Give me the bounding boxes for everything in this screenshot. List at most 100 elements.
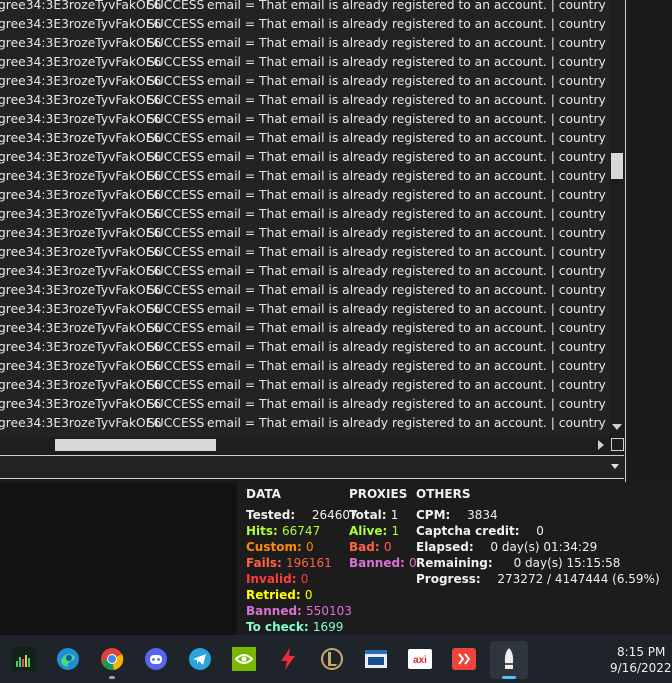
log-combo: gree34:3E3rozeTyvFakOE6: [0, 321, 162, 335]
invalid-value: 0: [300, 572, 309, 586]
banned-stat: Banned: 550103: [246, 604, 352, 618]
svg-text:axi: axi: [413, 655, 427, 666]
log-combo: gree34:3E3rozeTyvFakOE6: [0, 207, 162, 221]
log-status: SUCCESS: [147, 207, 205, 221]
progress-value: 273272 / 4147444 (6.59%): [497, 572, 660, 586]
log-status: SUCCESS: [147, 169, 205, 183]
vertical-scrollbar-thumb[interactable]: [611, 153, 623, 179]
scroll-down-arrow-icon[interactable]: [612, 424, 622, 430]
hits-value: 66747: [282, 524, 321, 538]
log-combo: gree34:3E3rozeTyvFakOE6: [0, 188, 162, 202]
log-message: email = That email is already registered…: [207, 55, 609, 69]
log-combo: gree34:3E3rozeTyvFakOE6: [0, 359, 162, 373]
proxies-header: PROXIES: [349, 487, 408, 501]
log-combo: gree34:3E3rozeTyvFakOE6: [0, 36, 162, 50]
log-combo: gree34:3E3rozeTyvFakOE6: [0, 112, 162, 126]
retried-label: Retried:: [246, 588, 301, 602]
chrome-icon[interactable]: [100, 647, 124, 671]
log-status: SUCCESS: [147, 36, 205, 50]
log-combo: gree34:3E3rozeTyvFakOE6: [0, 264, 162, 278]
log-message: email = That email is already registered…: [207, 0, 609, 12]
log-message: email = That email is already registered…: [207, 245, 609, 259]
scroll-right-arrow-icon[interactable]: [598, 440, 604, 450]
log-status: SUCCESS: [147, 378, 205, 392]
anydesk-icon[interactable]: [452, 647, 476, 671]
clock-time[interactable]: 8:15 PM: [617, 645, 665, 659]
log-message: email = That email is already registered…: [207, 340, 609, 354]
discord-icon[interactable]: [144, 647, 168, 671]
proxies-total-label: Total:: [349, 508, 387, 522]
log-combo: gree34:3E3rozeTyvFakOE6: [0, 17, 162, 31]
custom-label: Custom:: [246, 540, 302, 554]
proxies-alive-value: 1: [391, 524, 400, 538]
proxies-banned-label: Banned:: [349, 556, 405, 570]
fails-stat: Fails: 196161: [246, 556, 332, 570]
elapsed-stat: Elapsed: 0 day(s) 01:34:29: [416, 540, 597, 554]
vertical-scrollbar[interactable]: [609, 0, 625, 437]
cpm-stat: CPM: 3834: [416, 508, 498, 522]
log-message: email = That email is already registered…: [207, 169, 609, 183]
task-manager-icon[interactable]: [12, 647, 36, 671]
log-combo: gree34:3E3rozeTyvFakOE6: [0, 150, 162, 164]
proxies-bad-value: 0: [383, 540, 392, 554]
log-status: SUCCESS: [147, 226, 205, 240]
retried-value: 0: [304, 588, 313, 602]
log-combo: gree34:3E3rozeTyvFakOE6: [0, 131, 162, 145]
log-combo: gree34:3E3rozeTyvFakOE6: [0, 302, 162, 316]
cpm-value: 3834: [467, 508, 498, 522]
proxies-total-stat: Total: 1: [349, 508, 398, 522]
taskbar: axi: [0, 635, 672, 683]
progress-label: Progress:: [416, 572, 481, 586]
chevron-down-icon[interactable]: [611, 464, 619, 469]
retried-stat: Retried: 0: [246, 588, 313, 602]
proxies-banned-stat: Banned: 0: [349, 556, 417, 570]
log-status: SUCCESS: [147, 264, 205, 278]
axi-icon[interactable]: axi: [408, 647, 432, 671]
log-status: SUCCESS: [147, 302, 205, 316]
panel-border: [625, 0, 626, 482]
log-combo: gree34:3E3rozeTyvFakOE6: [0, 397, 162, 411]
horizontal-scrollbar[interactable]: [0, 437, 609, 453]
log-status: SUCCESS: [147, 359, 205, 373]
log-message: email = That email is already registered…: [207, 264, 609, 278]
log-status: SUCCESS: [147, 112, 205, 126]
tocheck-stat: To check: 1699: [246, 620, 343, 634]
log-combo: gree34:3E3rozeTyvFakOE6: [0, 74, 162, 88]
edge-icon[interactable]: [56, 647, 80, 671]
openbullet-icon[interactable]: [497, 647, 521, 671]
log-status: SUCCESS: [147, 245, 205, 259]
log-message: email = That email is already registered…: [207, 131, 609, 145]
filter-dropdown[interactable]: [0, 455, 624, 479]
log-message: email = That email is already registered…: [207, 416, 609, 430]
horizontal-scrollbar-thumb[interactable]: [55, 439, 216, 451]
telegram-icon[interactable]: [188, 647, 212, 671]
lightning-app-icon[interactable]: [276, 647, 300, 671]
tocheck-label: To check:: [246, 620, 309, 634]
hits-label: Hits:: [246, 524, 278, 538]
log-combo: gree34:3E3rozeTyvFakOE6: [0, 378, 162, 392]
log-list[interactable]: gree34:3E3rozeTyvFakOE6 SUCCESS email = Th…: [0, 0, 609, 437]
chrome-running-indicator: [109, 676, 115, 679]
log-combo: gree34:3E3rozeTyvFakOE6: [0, 226, 162, 240]
nvidia-icon[interactable]: [232, 647, 256, 671]
log-combo: gree34:3E3rozeTyvFakOE6: [0, 55, 162, 69]
window-app-icon[interactable]: [364, 647, 388, 671]
progress-stat: Progress: 273272 / 4147444 (6.59%): [416, 572, 660, 586]
league-of-legends-icon[interactable]: [320, 647, 344, 671]
scrollbar-corner: [609, 437, 625, 453]
log-status: SUCCESS: [147, 321, 205, 335]
elapsed-value: 0 day(s) 01:34:29: [490, 540, 598, 554]
log-message: email = That email is already registered…: [207, 397, 609, 411]
log-status: SUCCESS: [147, 131, 205, 145]
log-status: SUCCESS: [147, 340, 205, 354]
log-message: email = That email is already registered…: [207, 112, 609, 126]
log-message: email = That email is already registered…: [207, 36, 609, 50]
custom-stat: Custom: 0: [246, 540, 314, 554]
log-message: email = That email is already registered…: [207, 150, 609, 164]
remaining-stat: Remaining: 0 day(s) 15:15:58: [416, 556, 620, 570]
log-status: SUCCESS: [147, 283, 205, 297]
clock-date[interactable]: 9/16/2022: [610, 661, 672, 675]
proxies-alive-label: Alive:: [349, 524, 388, 538]
proxies-bad-stat: Bad: 0: [349, 540, 391, 554]
log-message: email = That email is already registered…: [207, 17, 609, 31]
